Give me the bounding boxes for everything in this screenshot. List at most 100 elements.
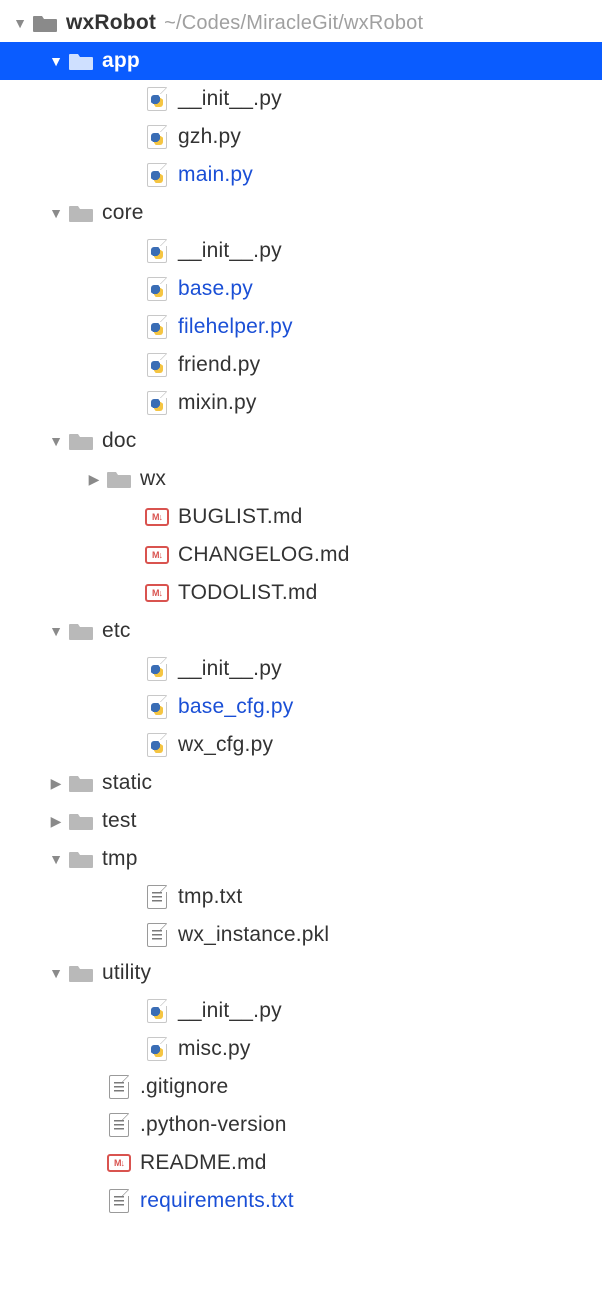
python-file-icon (144, 1038, 170, 1060)
python-file-icon (144, 1000, 170, 1022)
chevron-down-icon[interactable]: ▼ (48, 433, 64, 449)
chevron-down-icon[interactable]: ▼ (48, 205, 64, 221)
python-file-icon (144, 392, 170, 414)
python-file-icon (144, 164, 170, 186)
tree-item-label: TODOLIST.md (178, 581, 318, 605)
tree-item-label: __init__.py (178, 87, 282, 111)
tree-folder-row[interactable]: ▶ static (0, 764, 602, 802)
chevron-down-icon[interactable]: ▼ (48, 623, 64, 639)
chevron-down-icon[interactable]: ▼ (48, 851, 64, 867)
tree-file-row[interactable]: README.md (0, 1144, 602, 1182)
folder-icon (32, 12, 58, 34)
tree-file-row[interactable]: misc.py (0, 1030, 602, 1068)
tree-item-label: wx_cfg.py (178, 733, 273, 757)
tree-file-row[interactable]: TODOLIST.md (0, 574, 602, 612)
python-file-icon (144, 126, 170, 148)
root-name: wxRobot (66, 11, 156, 35)
tree-item-label: misc.py (178, 1037, 251, 1061)
tree-folder-row[interactable]: ▶ wx (0, 460, 602, 498)
tree-folder-row[interactable]: ▼ etc (0, 612, 602, 650)
tree-item-label: wx (140, 467, 166, 491)
tree-item-label: __init__.py (178, 657, 282, 681)
folder-icon (68, 772, 94, 794)
tree-item-label: static (102, 771, 152, 795)
python-file-icon (144, 354, 170, 376)
tree-item-label: base_cfg.py (178, 695, 293, 719)
tree-file-row[interactable]: main.py (0, 156, 602, 194)
tree-item-label: README.md (140, 1151, 267, 1175)
tree-file-row[interactable]: CHANGELOG.md (0, 536, 602, 574)
folder-icon (106, 468, 132, 490)
tree-file-row[interactable]: __init__.py (0, 992, 602, 1030)
python-file-icon (144, 278, 170, 300)
tree-item-label: core (102, 201, 144, 225)
tree-item-label: etc (102, 619, 131, 643)
root-path: ~/Codes/MiracleGit/wxRobot (164, 12, 423, 35)
tree-item-label: test (102, 809, 137, 833)
tree-file-row[interactable]: BUGLIST.md (0, 498, 602, 536)
tree-file-row[interactable]: wx_cfg.py (0, 726, 602, 764)
folder-icon (68, 962, 94, 984)
chevron-down-icon[interactable]: ▼ (48, 965, 64, 981)
python-file-icon (144, 696, 170, 718)
chevron-right-icon[interactable]: ▶ (86, 471, 102, 488)
tree-file-row[interactable]: wx_instance.pkl (0, 916, 602, 954)
text-file-icon (144, 924, 170, 946)
tree-file-row[interactable]: friend.py (0, 346, 602, 384)
python-file-icon (144, 734, 170, 756)
chevron-down-icon[interactable]: ▼ (48, 53, 64, 69)
tree-item-label: utility (102, 961, 151, 985)
tree-item-label: requirements.txt (140, 1189, 294, 1213)
folder-icon (68, 848, 94, 870)
text-file-icon (106, 1076, 132, 1098)
project-tree: ▼ wxRobot ~/Codes/MiracleGit/wxRobot ▼ ap… (0, 0, 602, 1220)
tree-item-label: __init__.py (178, 999, 282, 1023)
tree-item-label: filehelper.py (178, 315, 293, 339)
markdown-file-icon (144, 506, 170, 528)
tree-file-row[interactable]: __init__.py (0, 650, 602, 688)
tree-item-label: base.py (178, 277, 253, 301)
tree-file-row[interactable]: gzh.py (0, 118, 602, 156)
tree-item-label: CHANGELOG.md (178, 543, 350, 567)
tree-folder-row[interactable]: ▼ doc (0, 422, 602, 460)
tree-item-label: wx_instance.pkl (178, 923, 329, 947)
python-file-icon (144, 88, 170, 110)
tree-folder-row[interactable]: ▼ utility (0, 954, 602, 992)
markdown-file-icon (144, 544, 170, 566)
tree-item-label: mixin.py (178, 391, 257, 415)
tree-folder-row[interactable]: ▼ tmp (0, 840, 602, 878)
tree-file-row[interactable]: .gitignore (0, 1068, 602, 1106)
chevron-down-icon[interactable]: ▼ (12, 15, 28, 31)
tree-file-row[interactable]: tmp.txt (0, 878, 602, 916)
tree-folder-row[interactable]: ▼ app (0, 42, 602, 80)
folder-icon (68, 430, 94, 452)
chevron-right-icon[interactable]: ▶ (48, 813, 64, 830)
tree-item-label: __init__.py (178, 239, 282, 263)
tree-item-label: .python-version (140, 1113, 287, 1137)
tree-file-row[interactable]: __init__.py (0, 80, 602, 118)
tree-item-label: friend.py (178, 353, 260, 377)
python-file-icon (144, 658, 170, 680)
tree-file-row[interactable]: base.py (0, 270, 602, 308)
markdown-file-icon (106, 1152, 132, 1174)
tree-item-label: app (102, 49, 140, 73)
tree-file-row[interactable]: base_cfg.py (0, 688, 602, 726)
tree-item-label: .gitignore (140, 1075, 228, 1099)
tree-file-row[interactable]: mixin.py (0, 384, 602, 422)
tree-item-label: tmp.txt (178, 885, 242, 909)
tree-folder-row[interactable]: ▶ test (0, 802, 602, 840)
tree-root-row[interactable]: ▼ wxRobot ~/Codes/MiracleGit/wxRobot (0, 4, 602, 42)
tree-file-row[interactable]: filehelper.py (0, 308, 602, 346)
tree-item-label: tmp (102, 847, 138, 871)
text-file-icon (106, 1190, 132, 1212)
tree-file-row[interactable]: .python-version (0, 1106, 602, 1144)
chevron-right-icon[interactable]: ▶ (48, 775, 64, 792)
tree-item-label: gzh.py (178, 125, 241, 149)
folder-icon (68, 810, 94, 832)
tree-item-label: doc (102, 429, 136, 453)
tree-folder-row[interactable]: ▼ core (0, 194, 602, 232)
tree-file-row[interactable]: __init__.py (0, 232, 602, 270)
python-file-icon (144, 240, 170, 262)
tree-item-label: main.py (178, 163, 253, 187)
tree-file-row[interactable]: requirements.txt (0, 1182, 602, 1220)
